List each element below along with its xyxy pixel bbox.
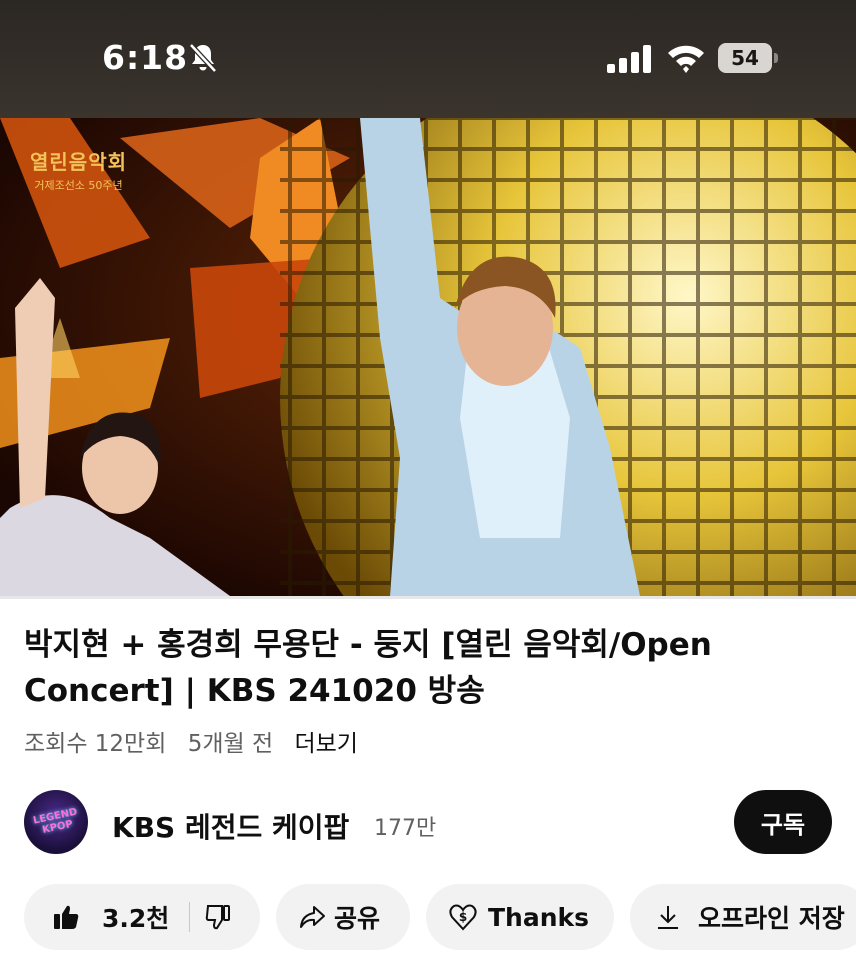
video-frame — [0, 118, 856, 596]
channel-watermark: 열린음악회 거제조선소 50주년 — [30, 146, 127, 193]
wifi-icon — [668, 45, 704, 73]
subscriber-count: 177만 — [374, 816, 437, 841]
watermark-subtitle: 거제조선소 50주년 — [34, 179, 123, 192]
upload-age: 5개월 전 — [187, 731, 274, 757]
thanks-label: Thanks — [488, 902, 590, 932]
more-link[interactable]: 더보기 — [294, 731, 357, 757]
status-bar: 6:18 54 — [0, 0, 856, 118]
share-label: 공유 — [334, 904, 381, 933]
chip-divider — [189, 902, 191, 932]
thanks-icon: $ — [449, 904, 477, 931]
thumbs-up-icon[interactable] — [52, 903, 80, 931]
subscribe-button[interactable]: 구독 — [734, 790, 832, 854]
watermark-title: 열린음악회 — [30, 150, 127, 174]
svg-text:$: $ — [459, 910, 467, 924]
channel-name[interactable]: KBS 레전드 케이팝 — [112, 806, 349, 846]
share-button[interactable]: 공유 — [276, 884, 410, 950]
action-bar: 3.2천 공유 $ Thanks 오프라인 저장 — [0, 884, 856, 950]
channel-row[interactable]: LEGEND KPOP KBS 레전드 케이팝 177만 구독 — [0, 786, 856, 858]
video-meta[interactable]: 조회수 12만회 5개월 전 더보기 — [24, 724, 372, 758]
video-title: 박지현 + 홍경희 무용단 - 둥지 [열린 음악회/Open Concert]… — [24, 627, 712, 709]
battery-icon: 54 — [718, 43, 780, 73]
status-time: 6:18 — [102, 38, 189, 77]
share-icon — [300, 906, 325, 928]
offline-save-label: 오프라인 저장 — [698, 904, 845, 933]
channel-avatar[interactable]: LEGEND KPOP — [24, 790, 88, 854]
offline-save-button[interactable]: 오프라인 저장 — [630, 884, 856, 950]
download-icon — [658, 906, 678, 929]
view-count: 조회수 12만회 — [24, 731, 167, 757]
thanks-button[interactable]: $ Thanks — [426, 884, 614, 950]
video-progress-bar[interactable] — [0, 596, 856, 599]
like-dislike-chip: 3.2천 — [24, 884, 260, 950]
signal-icon — [607, 45, 651, 73]
thumbs-down-icon[interactable] — [204, 903, 232, 931]
battery-level: 54 — [718, 43, 772, 73]
bell-slash-icon — [189, 43, 217, 73]
like-count[interactable]: 3.2천 — [102, 899, 169, 935]
video-player[interactable]: 열린음악회 거제조선소 50주년 — [0, 118, 856, 596]
